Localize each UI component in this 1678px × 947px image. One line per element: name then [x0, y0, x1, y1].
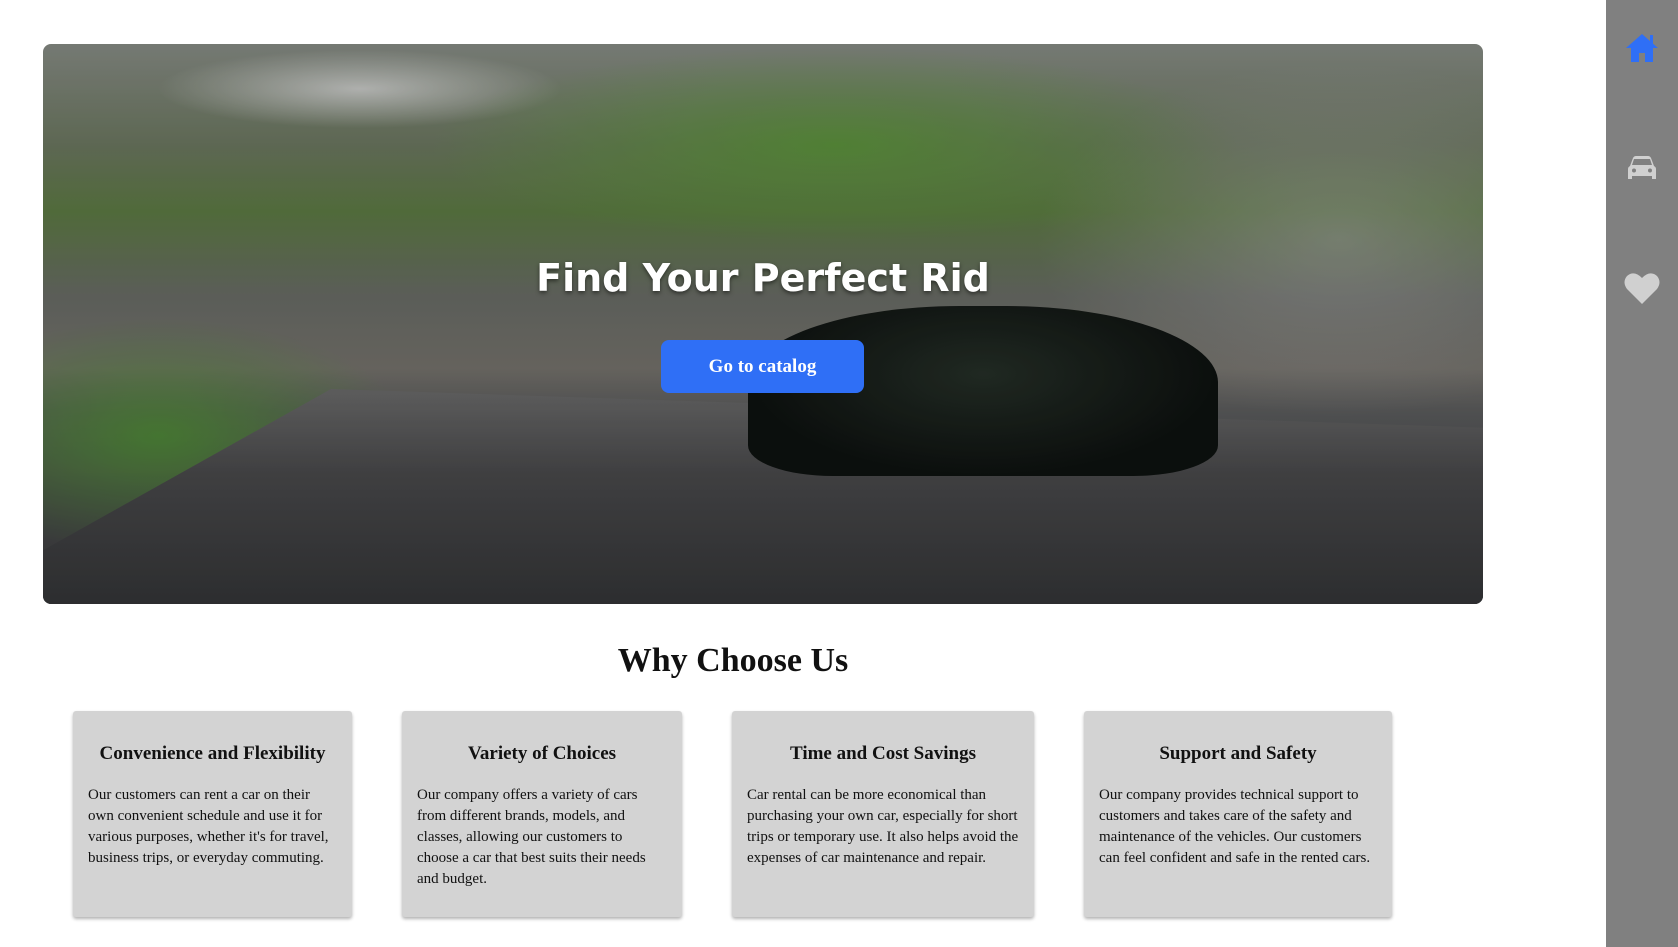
card-title: Support and Safety	[1159, 743, 1317, 764]
hero-title: Find Your Perfect Rid	[536, 256, 990, 300]
hero-overlay	[43, 44, 1483, 604]
card-text: Our company offers a variety of cars fro…	[417, 787, 646, 887]
car-icon	[1628, 156, 1656, 179]
card-title: Time and Cost Savings	[789, 743, 976, 764]
card-title: Variety of Choices	[467, 743, 617, 764]
section-title: Why Choose Us	[617, 642, 849, 679]
sidebar-item-favorites[interactable]	[1624, 270, 1660, 306]
sidebar	[1606, 0, 1678, 947]
home-icon	[1626, 34, 1658, 62]
card-text: Our company provides technical support t…	[1099, 787, 1371, 866]
feature-card: Support and Safety Our company provides …	[1084, 711, 1392, 917]
heart-icon	[1624, 273, 1660, 304]
card-text: Car rental can be more economical than p…	[747, 787, 1019, 866]
feature-card: Variety of Choices Our company offers a …	[402, 711, 682, 917]
go-to-catalog-button[interactable]: Go to catalog	[661, 340, 864, 393]
sidebar-item-cars[interactable]	[1624, 150, 1660, 186]
feature-card: Convenience and Flexibility Our customer…	[73, 711, 352, 917]
hero-banner: Find Your Perfect Rid Go to catalog	[43, 44, 1483, 604]
sidebar-item-home[interactable]	[1624, 30, 1660, 66]
feature-card: Time and Cost Savings Car rental can be …	[732, 711, 1034, 917]
card-title: Convenience and Flexibility	[99, 743, 326, 764]
card-text: Our customers can rent a car on their ow…	[88, 787, 329, 866]
